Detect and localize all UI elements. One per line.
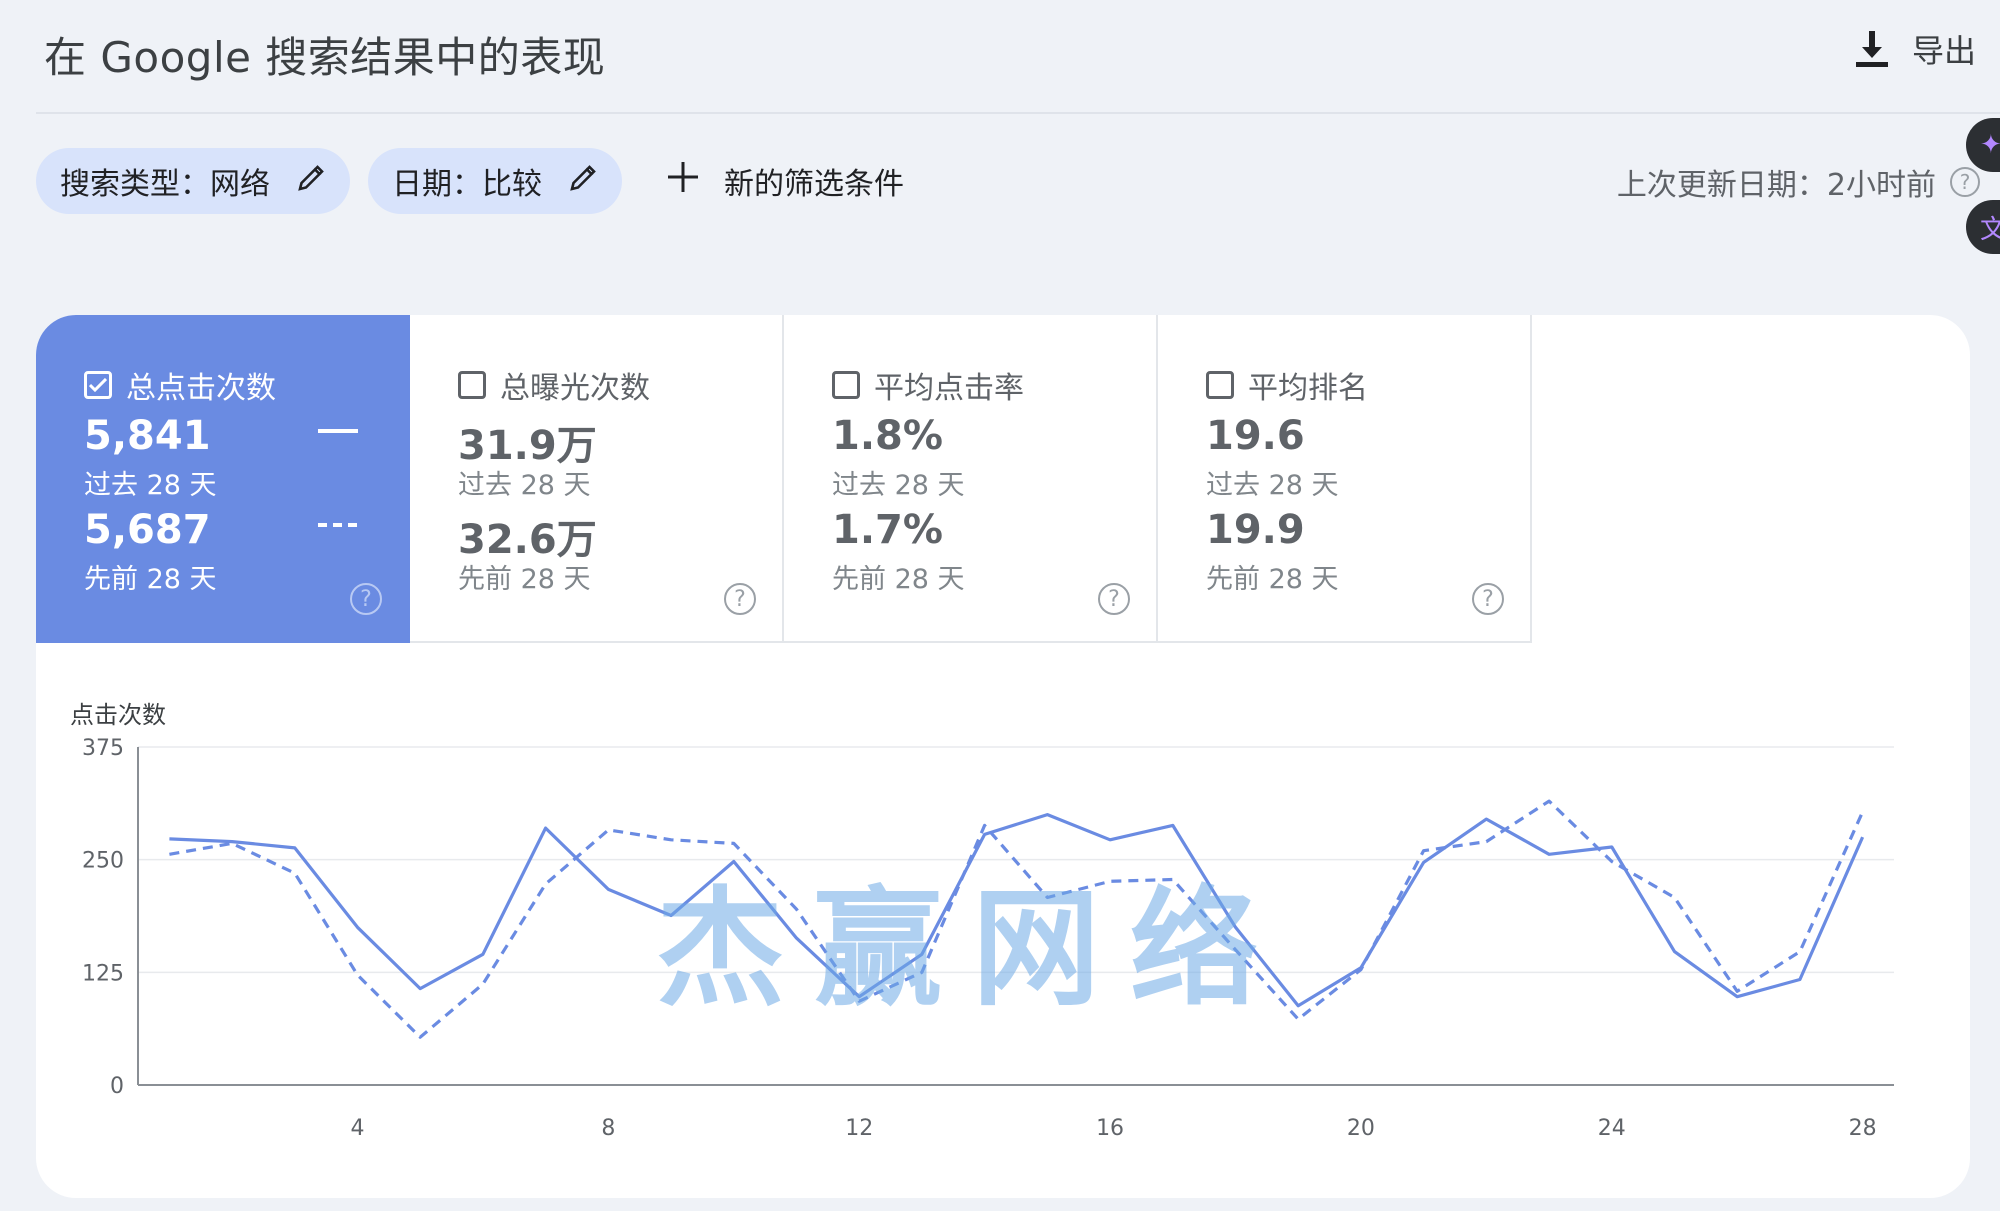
x-tick-label: 4: [351, 1116, 365, 1141]
x-tick-label: 20: [1347, 1116, 1375, 1141]
clicks-line-chart: 0 125 250 375 4 8 12 16 20 24 28: [82, 736, 1894, 1141]
last-update-label: 上次更新日期：2小时前: [1616, 168, 1936, 203]
export-button[interactable]: 导出: [1855, 26, 1976, 72]
header-divider: [36, 112, 2000, 114]
x-tick-label: 8: [601, 1116, 615, 1141]
edit-icon: [570, 164, 596, 199]
search-type-chip[interactable]: 搜索类型：网络: [36, 148, 350, 214]
x-tick-label: 12: [845, 1116, 873, 1141]
filter-bar: 搜索类型：网络 日期：比较 新的筛选条件: [36, 148, 904, 214]
x-tick-label: 28: [1849, 1116, 1877, 1141]
date-chip[interactable]: 日期：比较: [368, 148, 622, 214]
page-title: 在 Google 搜索结果中的表现: [44, 33, 606, 82]
plus-icon: [668, 162, 698, 200]
y-tick-label: 0: [110, 1074, 124, 1099]
y-tick-label: 375: [82, 736, 124, 761]
search-type-label: 搜索类型：网络: [60, 167, 270, 202]
series-line-previous: [169, 799, 1865, 1039]
performance-card: 总点击次数 5,841 过去 28 天 5,687 先前 28 天 ? 总曝光次…: [36, 315, 1970, 1198]
translate-icon[interactable]: 文: [1966, 200, 2000, 254]
date-label: 日期：比较: [392, 167, 542, 202]
help-icon[interactable]: ?: [1950, 167, 1980, 197]
edit-icon: [298, 164, 324, 199]
export-label: 导出: [1911, 32, 1976, 70]
add-filter-button[interactable]: 新的筛选条件: [668, 159, 904, 203]
x-tick-label: 16: [1096, 1116, 1124, 1141]
x-tick-label: 24: [1598, 1116, 1626, 1141]
y-tick-label: 125: [82, 961, 124, 986]
last-update: 上次更新日期：2小时前 ?: [1617, 160, 1980, 204]
add-filter-label: 新的筛选条件: [724, 167, 904, 202]
download-icon: [1855, 31, 1888, 67]
y-tick-label: 250: [82, 849, 124, 874]
series-line-current: [169, 813, 1865, 1008]
